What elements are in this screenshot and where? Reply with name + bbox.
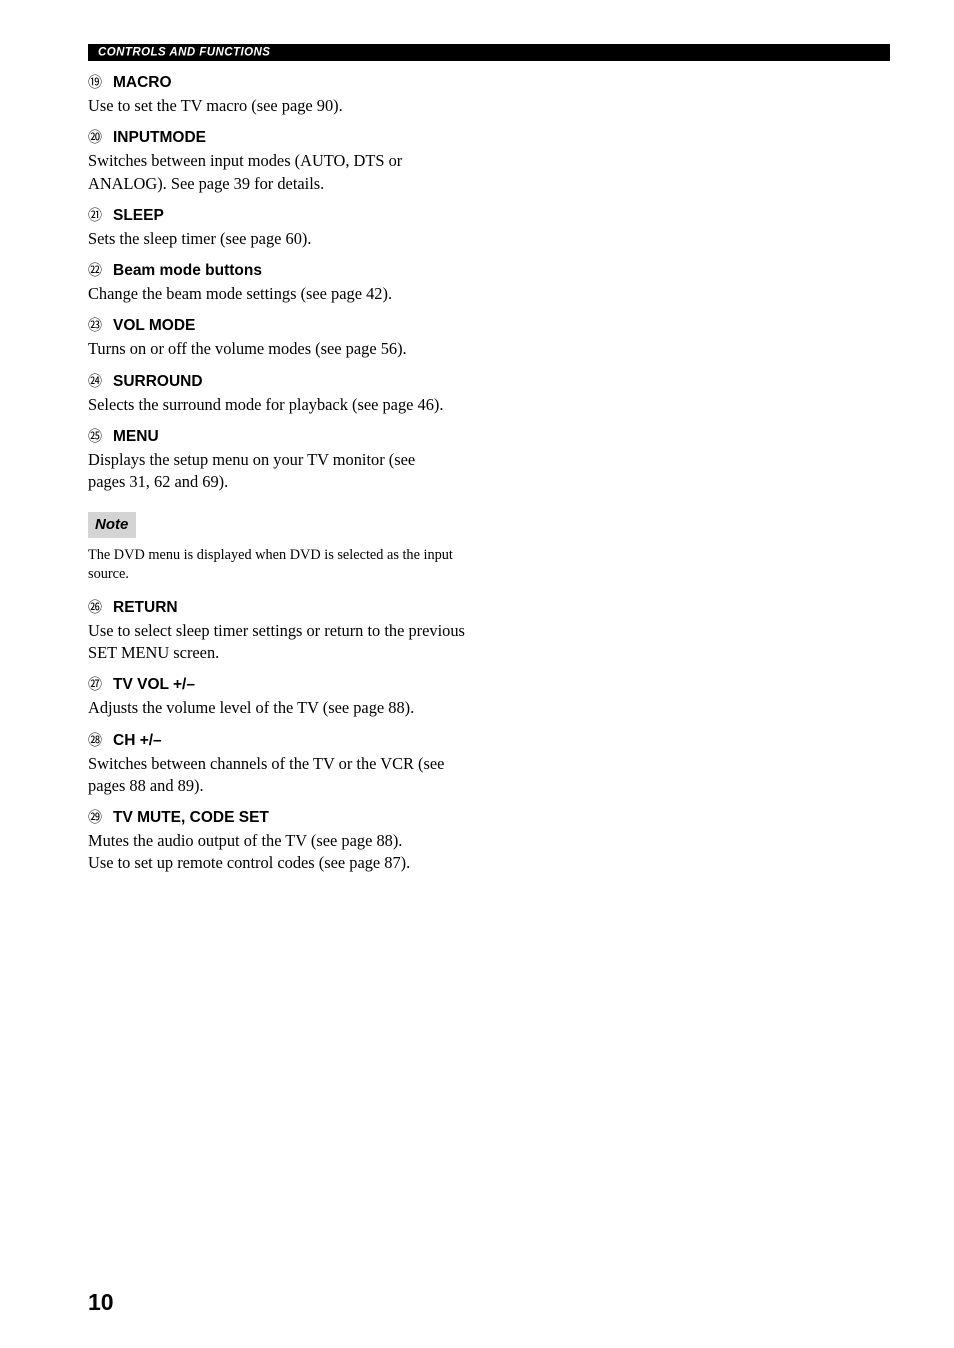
entry-title: TV MUTE, CODE SET bbox=[113, 809, 269, 827]
entry-title: CH +/– bbox=[113, 731, 162, 749]
description-line: ANALOG). See page 39 for details. bbox=[88, 173, 325, 193]
entry-description: Displays the setup menu on your TV monit… bbox=[88, 449, 488, 494]
circled-number-24-icon: ㉔ bbox=[88, 373, 102, 390]
circled-number-23-icon: ㉓ bbox=[88, 318, 102, 335]
entry-title: RETURN bbox=[113, 598, 178, 616]
note-line: source. bbox=[88, 566, 129, 583]
entry-heading: ㉓ VOL MODE bbox=[88, 315, 488, 337]
note-callout: Note The DVD menu is displayed when DVD … bbox=[88, 511, 488, 585]
entry-description: Turns on or off the volume modes (see pa… bbox=[88, 338, 488, 360]
page-number: 10 bbox=[88, 1289, 114, 1315]
entry-description: Adjusts the volume level of the TV (see … bbox=[88, 697, 488, 719]
entry-description: Switches between channels of the TV or t… bbox=[88, 753, 488, 798]
description-line: SET MENU screen. bbox=[88, 642, 220, 662]
entry-title: TV VOL +/– bbox=[113, 676, 195, 694]
entry-beam-mode-buttons: ㉒ Beam mode buttons Change the beam mode … bbox=[88, 260, 488, 305]
entry-heading: ⑳ INPUTMODE bbox=[88, 127, 488, 149]
entry-description: Change the beam mode settings (see page … bbox=[88, 283, 488, 305]
entry-sleep: ㉑ SLEEP Sets the sleep timer (see page 60… bbox=[88, 205, 488, 250]
description-line: Switches between input modes (AUTO, DTS … bbox=[88, 151, 403, 171]
entry-heading: ㉔ SURROUND bbox=[88, 371, 488, 393]
running-header-bar: CONTROLS AND FUNCTIONS bbox=[88, 44, 890, 61]
entry-tv-vol: ㉗ TV VOL +/– Adjusts the volume level of … bbox=[88, 674, 488, 719]
circled-number-25-icon: ㉕ bbox=[88, 429, 102, 446]
description-line: Sets the sleep timer (see page 60). bbox=[88, 228, 312, 248]
circled-number-29-icon: ㉙ bbox=[88, 810, 102, 827]
circled-number-19-icon: ⑲ bbox=[88, 75, 102, 91]
description-line: Use to set the TV macro (see page 90). bbox=[88, 96, 343, 115]
circled-number-26-icon: ㉖ bbox=[88, 599, 102, 616]
entry-heading: ㉑ SLEEP bbox=[88, 205, 488, 227]
entry-description: Use to set the TV macro (see page 90). bbox=[88, 95, 488, 117]
entry-title: VOL MODE bbox=[113, 317, 196, 335]
description-line: Change the beam mode settings (see page … bbox=[88, 284, 393, 304]
entry-title: SURROUND bbox=[113, 372, 203, 390]
entry-heading: ㉙ TV MUTE, CODE SET bbox=[88, 807, 488, 829]
description-line: Displays the setup menu on your TV monit… bbox=[88, 450, 416, 470]
entry-title: INPUTMODE bbox=[113, 129, 206, 147]
document-page: CONTROLS AND FUNCTIONS ⑲ MACRO Use to set… bbox=[0, 0, 954, 1348]
entry-surround: ㉔ SURROUND Selects the surround mode for … bbox=[88, 371, 488, 416]
description-line: pages 31, 62 and 69). bbox=[88, 472, 229, 492]
note-text: The DVD menu is displayed when DVD is se… bbox=[88, 546, 488, 585]
entry-macro: ⑲ MACRO Use to set the TV macro (see page… bbox=[88, 72, 488, 117]
circled-number-22-icon: ㉒ bbox=[88, 263, 102, 280]
entry-description: Mutes the audio output of the TV (see pa… bbox=[88, 830, 488, 875]
entry-title: SLEEP bbox=[113, 206, 164, 224]
entry-title: Beam mode buttons bbox=[113, 262, 262, 280]
entry-title: MACRO bbox=[113, 74, 172, 91]
circled-number-20-icon: ⑳ bbox=[88, 130, 102, 147]
description-line: pages 88 and 89). bbox=[88, 775, 204, 795]
entry-inputmode: ⑳ INPUTMODE Switches between input modes … bbox=[88, 127, 488, 195]
entry-description: Switches between input modes (AUTO, DTS … bbox=[88, 150, 488, 195]
entry-return: ㉖ RETURN Use to select sleep timer settin… bbox=[88, 597, 488, 665]
description-line: Switches between channels of the TV or t… bbox=[88, 753, 445, 773]
entry-description: Sets the sleep timer (see page 60). bbox=[88, 228, 488, 250]
entry-ch: ㉘ CH +/– Switches between channels of the… bbox=[88, 730, 488, 798]
entry-menu: ㉕ MENU Displays the setup menu on your TV… bbox=[88, 426, 488, 494]
description-line: Turns on or off the volume modes (see pa… bbox=[88, 339, 407, 359]
main-text-column: ⑲ MACRO Use to set the TV macro (see page… bbox=[88, 72, 488, 885]
entry-heading: ㉗ TV VOL +/– bbox=[88, 674, 488, 696]
entry-heading: ㉖ RETURN bbox=[88, 597, 488, 619]
entry-vol-mode: ㉓ VOL MODE Turns on or off the volume mod… bbox=[88, 315, 488, 360]
description-line: Selects the surround mode for playback (… bbox=[88, 394, 444, 414]
description-line: Mutes the audio output of the TV (see pa… bbox=[88, 831, 403, 851]
note-badge: Note bbox=[88, 511, 137, 538]
note-line: The DVD menu is displayed when DVD is se… bbox=[88, 546, 453, 563]
entry-tv-mute-code-set: ㉙ TV MUTE, CODE SET Mutes the audio outpu… bbox=[88, 807, 488, 875]
circled-number-21-icon: ㉑ bbox=[88, 207, 102, 224]
circled-number-28-icon: ㉘ bbox=[88, 732, 102, 749]
entry-heading: ㉕ MENU bbox=[88, 426, 488, 448]
running-header-title: CONTROLS AND FUNCTIONS bbox=[98, 45, 271, 58]
entry-heading: ⑲ MACRO bbox=[88, 72, 488, 94]
entry-description: Selects the surround mode for playback (… bbox=[88, 394, 488, 416]
circled-number-27-icon: ㉗ bbox=[88, 677, 102, 694]
entry-description: Use to select sleep timer settings or re… bbox=[88, 620, 488, 665]
entry-heading: ㉒ Beam mode buttons bbox=[88, 260, 488, 282]
description-line: Use to set up remote control codes (see … bbox=[88, 853, 411, 873]
description-line: Adjusts the volume level of the TV (see … bbox=[88, 698, 415, 718]
entry-heading: ㉘ CH +/– bbox=[88, 730, 488, 752]
entry-title: MENU bbox=[113, 428, 159, 446]
description-line: Use to select sleep timer settings or re… bbox=[88, 620, 465, 640]
